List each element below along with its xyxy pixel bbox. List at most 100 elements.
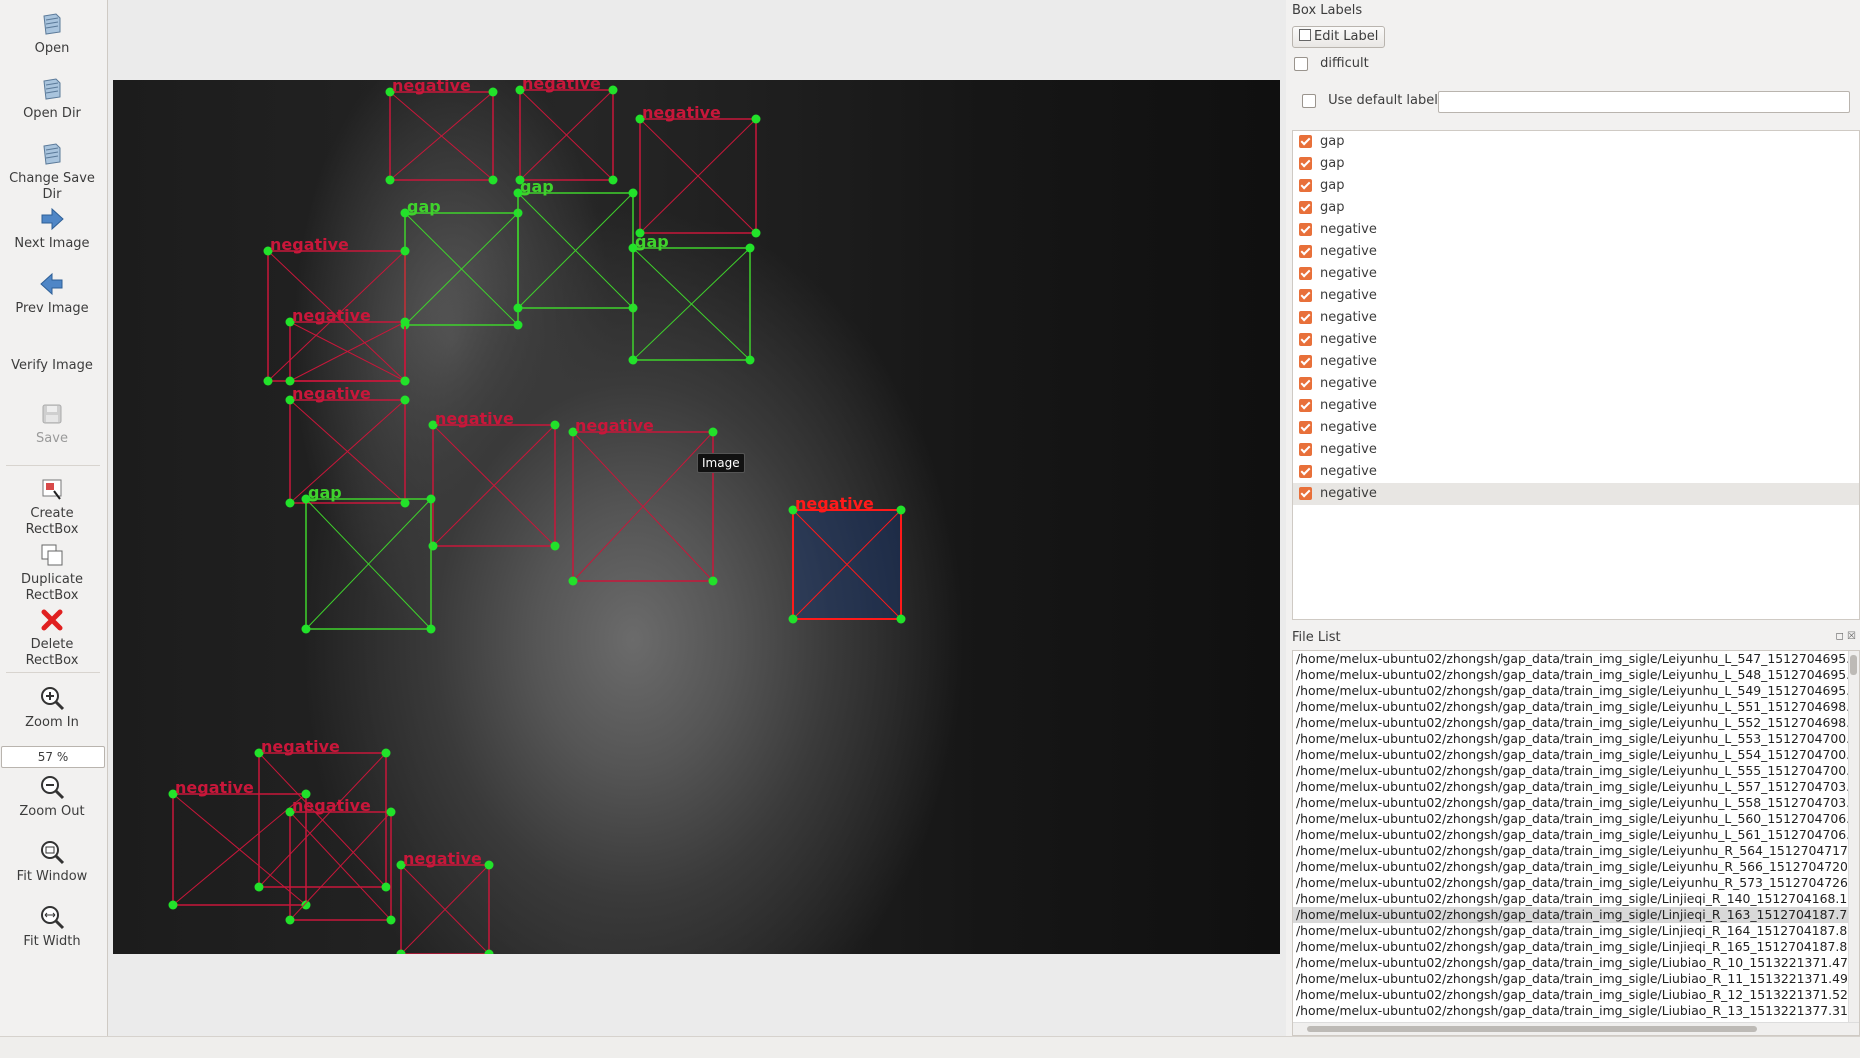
zoom-in-button[interactable]: Zoom In (0, 684, 104, 731)
gap-bounding-box[interactable]: gap (400, 197, 523, 330)
vertex-handle[interactable] (301, 900, 311, 910)
file-list-item[interactable]: /home/melux-ubuntu02/zhongsh/gap_data/tr… (1293, 891, 1859, 907)
file-list-item[interactable]: /home/melux-ubuntu02/zhongsh/gap_data/tr… (1293, 715, 1859, 731)
checked-checkbox-icon[interactable] (1299, 333, 1312, 346)
image-canvas[interactable]: negative negative negative gap gap gap negativ… (113, 80, 1280, 954)
zoom-out-button[interactable]: Zoom Out (0, 773, 104, 820)
negative-bounding-box[interactable]: negative (168, 778, 311, 910)
label-list-item[interactable]: gap (1293, 153, 1859, 175)
checked-checkbox-icon[interactable] (1299, 179, 1312, 192)
label-list-item[interactable]: negative (1293, 307, 1859, 329)
file-list-item[interactable]: /home/melux-ubuntu02/zhongsh/gap_data/tr… (1293, 779, 1859, 795)
file-list-item[interactable]: /home/melux-ubuntu02/zhongsh/gap_data/tr… (1293, 651, 1859, 667)
negative-bounding-box[interactable]: negative (568, 416, 718, 586)
file-list-item[interactable]: /home/melux-ubuntu02/zhongsh/gap_data/tr… (1293, 699, 1859, 715)
label-list-item[interactable]: negative (1293, 219, 1859, 241)
label-list-item[interactable]: gap (1293, 197, 1859, 219)
vertex-handle[interactable] (488, 87, 498, 97)
label-list-item[interactable]: negative (1293, 439, 1859, 461)
label-list-item[interactable]: negative (1293, 329, 1859, 351)
file-list-item[interactable]: /home/melux-ubuntu02/zhongsh/gap_data/tr… (1293, 843, 1859, 859)
open-dir-button[interactable]: Open Dir (0, 75, 104, 122)
checked-checkbox-icon[interactable] (1299, 421, 1312, 434)
file-list-item[interactable]: /home/melux-ubuntu02/zhongsh/gap_data/tr… (1293, 859, 1859, 875)
label-list-item[interactable]: negative (1293, 263, 1859, 285)
vertical-scrollbar[interactable] (1848, 651, 1859, 1023)
label-list-item[interactable]: negative (1293, 351, 1859, 373)
verify-image-button[interactable]: Verify Image (0, 358, 104, 374)
vertex-handle[interactable] (381, 748, 391, 758)
file-list[interactable]: /home/melux-ubuntu02/zhongsh/gap_data/tr… (1292, 650, 1860, 1036)
file-list-item[interactable]: /home/melux-ubuntu02/zhongsh/gap_data/tr… (1293, 667, 1859, 683)
checked-checkbox-icon[interactable] (1299, 443, 1312, 456)
label-list-item[interactable]: negative (1293, 461, 1859, 483)
vertex-handle[interactable] (608, 85, 618, 95)
scroll-thumb[interactable] (1307, 1026, 1757, 1032)
checked-checkbox-icon[interactable] (1299, 311, 1312, 324)
vertex-handle[interactable] (896, 505, 906, 515)
vertex-handle[interactable] (263, 376, 273, 386)
label-list-item[interactable]: negative (1293, 395, 1859, 417)
negative-bounding-box[interactable]: negative (385, 80, 498, 185)
file-list-item[interactable]: /home/melux-ubuntu02/zhongsh/gap_data/tr… (1293, 827, 1859, 843)
zoom-value-spinbox[interactable]: 57 % (1, 746, 105, 768)
file-list-item[interactable]: /home/melux-ubuntu02/zhongsh/gap_data/tr… (1293, 1003, 1859, 1019)
label-list-item[interactable]: negative (1293, 241, 1859, 263)
gap-bounding-box[interactable]: gap (301, 483, 436, 634)
file-list-item[interactable]: /home/melux-ubuntu02/zhongsh/gap_data/tr… (1293, 955, 1859, 971)
vertex-handle[interactable] (745, 243, 755, 253)
fit-window-button[interactable]: Fit Window (0, 838, 104, 885)
vertex-handle[interactable] (568, 576, 578, 586)
file-list-item[interactable]: /home/melux-ubuntu02/zhongsh/gap_data/tr… (1293, 811, 1859, 827)
vertex-handle[interactable] (484, 860, 494, 870)
vertex-handle[interactable] (285, 498, 295, 508)
annotation-overlay[interactable]: negative negative negative gap gap gap negativ… (113, 80, 1280, 954)
float-icon[interactable]: ◻ (1836, 631, 1844, 642)
label-list-item[interactable]: negative (1293, 373, 1859, 395)
use-default-label-checkbox[interactable]: Use default label (1302, 93, 1438, 108)
vertex-handle[interactable] (708, 576, 718, 586)
checked-checkbox-icon[interactable] (1299, 399, 1312, 412)
checked-checkbox-icon[interactable] (1299, 355, 1312, 368)
file-list-item[interactable]: /home/melux-ubuntu02/zhongsh/gap_data/tr… (1293, 987, 1859, 1003)
vertex-handle[interactable] (896, 614, 906, 624)
vertex-handle[interactable] (488, 175, 498, 185)
label-list-item[interactable]: gap (1293, 175, 1859, 197)
prev-image-button[interactable]: Prev Image (0, 270, 104, 317)
vertex-handle[interactable] (745, 355, 755, 365)
close-icon[interactable]: ☒ (1847, 631, 1856, 642)
duplicate-rectbox-button[interactable]: Duplicate RectBox (0, 541, 104, 604)
checked-checkbox-icon[interactable] (1299, 223, 1312, 236)
vertex-handle[interactable] (788, 614, 798, 624)
fit-width-button[interactable]: Fit Width (0, 903, 104, 950)
vertex-handle[interactable] (550, 541, 560, 551)
file-list-item[interactable]: /home/melux-ubuntu02/zhongsh/gap_data/tr… (1293, 907, 1859, 923)
dock-controls[interactable]: ◻ ☒ (1836, 631, 1856, 642)
negative-bounding-box[interactable]: negative (515, 80, 618, 185)
label-list-item[interactable]: gap (1293, 131, 1859, 153)
horizontal-scrollbar[interactable] (1293, 1022, 1859, 1035)
negative-bounding-box[interactable]: negative (285, 384, 410, 508)
vertex-handle[interactable] (400, 376, 410, 386)
vertex-handle[interactable] (400, 395, 410, 405)
label-list-item[interactable]: negative (1293, 285, 1859, 307)
checked-checkbox-icon[interactable] (1299, 377, 1312, 390)
vertex-handle[interactable] (301, 624, 311, 634)
default-label-input[interactable] (1438, 91, 1850, 113)
negative-bounding-box[interactable]: negative (635, 103, 761, 238)
vertex-handle[interactable] (285, 915, 295, 925)
vertex-handle[interactable] (550, 420, 560, 430)
checked-checkbox-icon[interactable] (1299, 465, 1312, 478)
scroll-thumb[interactable] (1850, 655, 1857, 675)
next-image-button[interactable]: Next Image (0, 205, 104, 252)
vertex-handle[interactable] (513, 303, 523, 313)
vertex-handle[interactable] (400, 246, 410, 256)
vertex-handle[interactable] (386, 915, 396, 925)
negative-bounding-box[interactable]: negative (788, 494, 906, 624)
file-list-item[interactable]: /home/melux-ubuntu02/zhongsh/gap_data/tr… (1293, 763, 1859, 779)
negative-bounding-box[interactable]: negative (396, 849, 494, 954)
label-list-item[interactable]: negative (1293, 483, 1859, 505)
file-list-item[interactable]: /home/melux-ubuntu02/zhongsh/gap_data/tr… (1293, 731, 1859, 747)
delete-rectbox-button[interactable]: Delete RectBox (0, 606, 104, 669)
vertex-handle[interactable] (513, 320, 523, 330)
